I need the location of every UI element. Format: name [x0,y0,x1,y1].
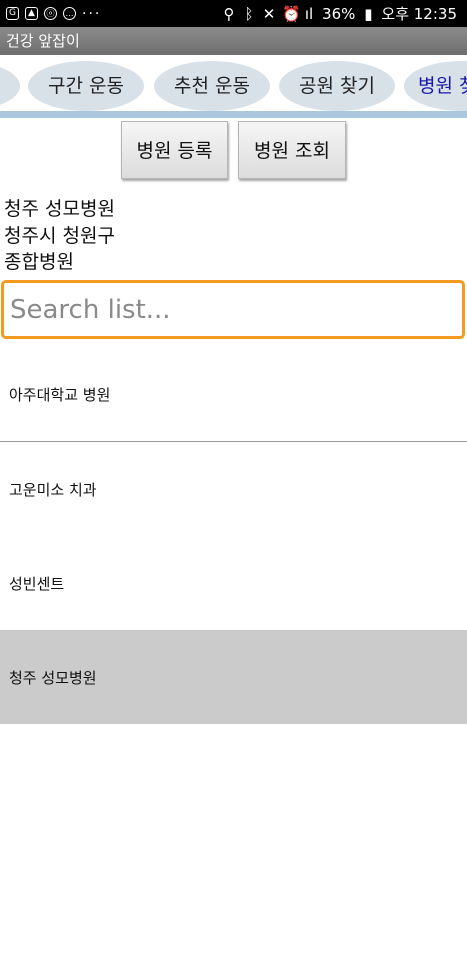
hospital-address: 청주시 청원구 [4,224,115,247]
list-item[interactable]: 고운미소 치과 [0,442,467,536]
clock: 오후 12:35 [381,5,457,23]
register-hospital-button[interactable]: 병원 등록 [121,121,228,179]
list-item-selected[interactable]: 청주 성모병원 [0,630,467,724]
tab-find-park[interactable]: 공원 찾기 [279,61,395,111]
status-bar-right: ⚲ ᛒ ✕ ⏰ ıl 36% ▮ 오후 12:35 [222,3,457,24]
more-notifications-icon: ··· [82,5,102,22]
status-bar-left: G ▲ ⓞ … ··· [6,6,101,22]
lookup-hospital-button[interactable]: 병원 조회 [238,121,346,179]
image-icon: ▲ [25,7,38,20]
list-item-label: 청주 성모병원 [9,668,97,687]
wifi-signal-icon: ıl [304,4,314,23]
alarm-icon: ⏰ [282,4,301,23]
tab-recommended-exercise[interactable]: 추천 운동 [154,61,270,111]
talk-icon: … [63,7,76,20]
battery-percent: 36% [322,4,356,23]
hospital-list: 아주대학교 병원 고운미소 치과 성빈센트 청주 성모병원 [0,347,467,724]
battery-icon: ▮ [364,4,373,23]
app-title: 건강 앞잡이 [0,27,467,55]
list-item[interactable]: 아주대학교 병원 [0,347,467,441]
tab-partial-left[interactable]: 등 [0,61,20,111]
list-item[interactable]: 성빈센트 [0,536,467,630]
location-icon: ⚲ [223,4,235,23]
mute-icon: ✕ [262,4,276,23]
circle-icon: ⓞ [44,7,57,20]
list-item-label: 고운미소 치과 [9,480,97,499]
list-item-label: 성빈센트 [9,574,65,593]
tab-strip[interactable]: 등 구간 운동 추천 운동 공원 찾기 병원 찾기 [0,55,467,117]
chat-icon: G [6,7,19,20]
tab-interval-exercise[interactable]: 구간 운동 [28,61,144,111]
status-bar: G ▲ ⓞ … ··· ⚲ ᛒ ✕ ⏰ ıl 36% ▮ 오후 12:35 [0,0,467,27]
list-item-label: 아주대학교 병원 [9,385,111,404]
hospital-info: 청주 성모병원 청주시 청원구 종합병원 [4,196,115,276]
search-input[interactable] [1,280,465,339]
bluetooth-icon: ᛒ [244,4,254,23]
hospital-type: 종합병원 [4,251,74,273]
tab-find-hospital[interactable]: 병원 찾기 [404,61,467,111]
tab-indicator [0,111,467,118]
hospital-name: 청주 성모병원 [4,198,115,220]
